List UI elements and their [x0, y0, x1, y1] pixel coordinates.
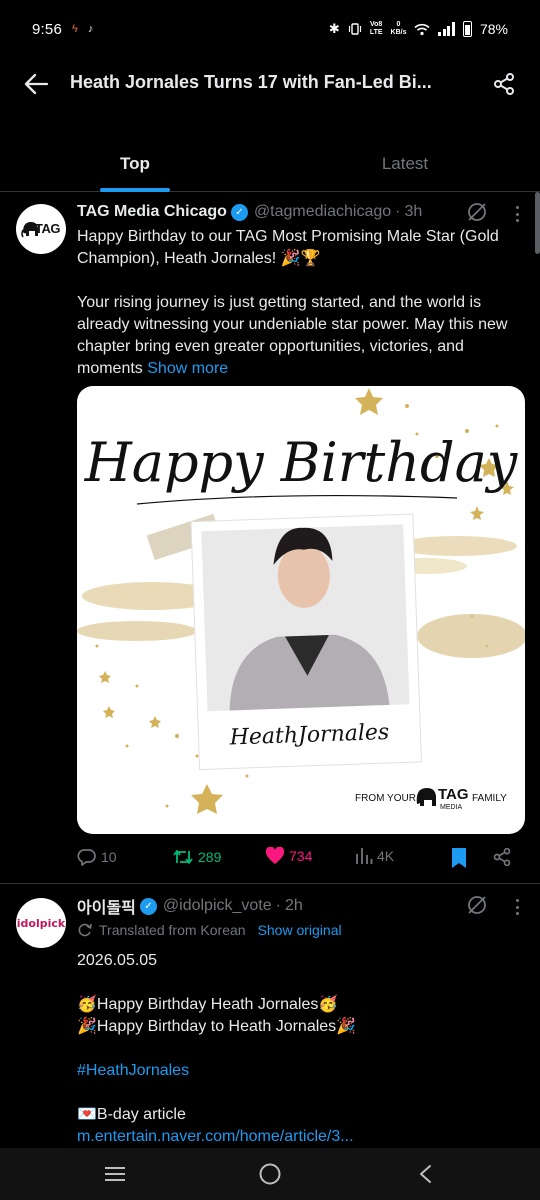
image-headline: Happy Birthday [84, 431, 519, 494]
reply-icon [77, 849, 96, 866]
show-original-link[interactable]: Show original [258, 922, 342, 938]
scrollbar[interactable] [535, 192, 540, 254]
signal-icon [438, 22, 455, 36]
verified-badge-icon: ✓ [230, 203, 248, 221]
recents-button[interactable] [100, 1160, 130, 1188]
battery-icon [462, 21, 472, 37]
author-handle[interactable]: @idolpick_vote [163, 897, 272, 915]
article-label: 💌B-day article [77, 1106, 186, 1123]
post-text: 2026.05.05 🥳Happy Birthday Heath Jornale… [77, 950, 527, 1148]
translated-label: Translated from Korean [99, 922, 246, 938]
separator: · [395, 203, 401, 220]
tiktok-icon: ♪ [87, 23, 94, 35]
share-button[interactable] [486, 68, 522, 100]
hashtag-link[interactable]: #HeathJornales [77, 1060, 527, 1082]
share-icon [493, 847, 511, 867]
translation-note: Translated from Korean Show original [77, 922, 342, 938]
bookmark-button[interactable] [450, 847, 468, 869]
avatar-text: idolpick [16, 916, 66, 930]
views-count: 4K [377, 848, 395, 864]
post-image[interactable]: Happy Birthday HeathJornales FROM YOUR T… [77, 386, 525, 834]
reply-button[interactable]: 10 [77, 847, 117, 867]
nav-back-icon [420, 1165, 431, 1183]
more-vertical-icon[interactable] [512, 896, 522, 918]
status-time: 9:56 [32, 20, 62, 38]
views-icon [356, 848, 373, 864]
top-bar: Heath Jornales Turns 17 with Fan-Led Bi.… [0, 58, 540, 110]
home-icon [259, 1163, 281, 1185]
avatar-text: TAG [35, 221, 60, 236]
share-icon [494, 73, 514, 95]
post-text-body: Your rising journey is just getting star… [77, 294, 508, 377]
arrow-left-icon [24, 73, 48, 95]
reply-count: 10 [101, 849, 117, 865]
page-title: Heath Jornales Turns 17 with Fan-Led Bi.… [70, 72, 432, 92]
post-actions: 10 289 734 4K [77, 845, 527, 873]
image-footer-brand-sub: MEDIA [440, 804, 463, 811]
verified-badge-icon: ✓ [139, 897, 157, 915]
birthday-graphic: Happy Birthday HeathJornales FROM YOUR T… [77, 388, 525, 814]
post-time[interactable]: 2h [285, 897, 303, 915]
repost-icon [173, 850, 193, 864]
post-birthday-line: 🎉Happy Birthday to Heath Jornales🎉 [77, 1018, 357, 1035]
post-text-intro: Happy Birthday to our TAG Most Promising… [77, 228, 499, 267]
tab-latest[interactable]: Latest [270, 140, 540, 192]
avatar[interactable]: idolpick [16, 898, 66, 948]
tab-top[interactable]: Top [0, 140, 270, 192]
post-date-line: 2026.05.05 [77, 952, 158, 969]
battery-level: 78% [479, 21, 508, 37]
search-tabs: Top Latest [0, 140, 540, 192]
post-time[interactable]: 3h [404, 203, 422, 221]
post-header: TAG Media Chicago ✓ @tagmediachicago · 3… [77, 200, 422, 224]
nav-back-button[interactable] [410, 1160, 440, 1188]
author-handle[interactable]: @tagmediachicago [254, 203, 391, 221]
image-footer-right: FAMILY [472, 793, 507, 804]
system-nav-bar [0, 1148, 540, 1200]
recents-icon [105, 1167, 125, 1181]
views-button[interactable]: 4K [355, 847, 394, 865]
avatar[interactable]: TAG [16, 204, 66, 254]
wifi-icon [414, 23, 431, 35]
like-count: 734 [289, 848, 313, 864]
repost-count: 289 [198, 849, 222, 865]
image-footer-left: FROM YOUR [355, 793, 416, 804]
status-bar: 9:56 ϟ ♪ ✱ Vo8 LTE 0 KB/s 78% [0, 0, 540, 58]
vibrate-icon [348, 23, 361, 35]
network-speed: 0 KB/s [390, 21, 407, 36]
translate-icon [78, 923, 92, 937]
post-divider [0, 883, 540, 884]
grok-icon[interactable] [466, 201, 488, 223]
post-birthday-line: 🥳Happy Birthday Heath Jornales🥳 [77, 996, 339, 1013]
home-button[interactable] [255, 1160, 285, 1188]
repost-button[interactable]: 289 [172, 847, 221, 867]
post-share-button[interactable] [492, 847, 512, 867]
article-link[interactable]: m.entertain.naver.com/home/article/3... [77, 1126, 527, 1148]
show-more-link[interactable]: Show more [147, 360, 228, 377]
back-button[interactable] [18, 68, 54, 100]
author-name[interactable]: TAG Media Chicago [77, 203, 227, 221]
author-name[interactable]: 아이돌픽 [77, 894, 136, 918]
more-vertical-icon[interactable] [512, 203, 522, 225]
heart-icon [265, 847, 285, 864]
bookmark-icon [452, 848, 466, 868]
image-footer-brand: TAG [438, 786, 469, 803]
separator: · [275, 897, 281, 914]
post-text: Happy Birthday to our TAG Most Promising… [77, 226, 527, 380]
network-type: Vo8 LTE [369, 21, 383, 36]
bluetooth-icon: ✱ [328, 21, 340, 36]
like-button[interactable]: 734 [265, 847, 312, 865]
notification-icon: ϟ [72, 23, 78, 35]
grok-icon[interactable] [466, 894, 488, 916]
post-header: 아이돌픽 ✓ @idolpick_vote · 2h [77, 894, 303, 918]
